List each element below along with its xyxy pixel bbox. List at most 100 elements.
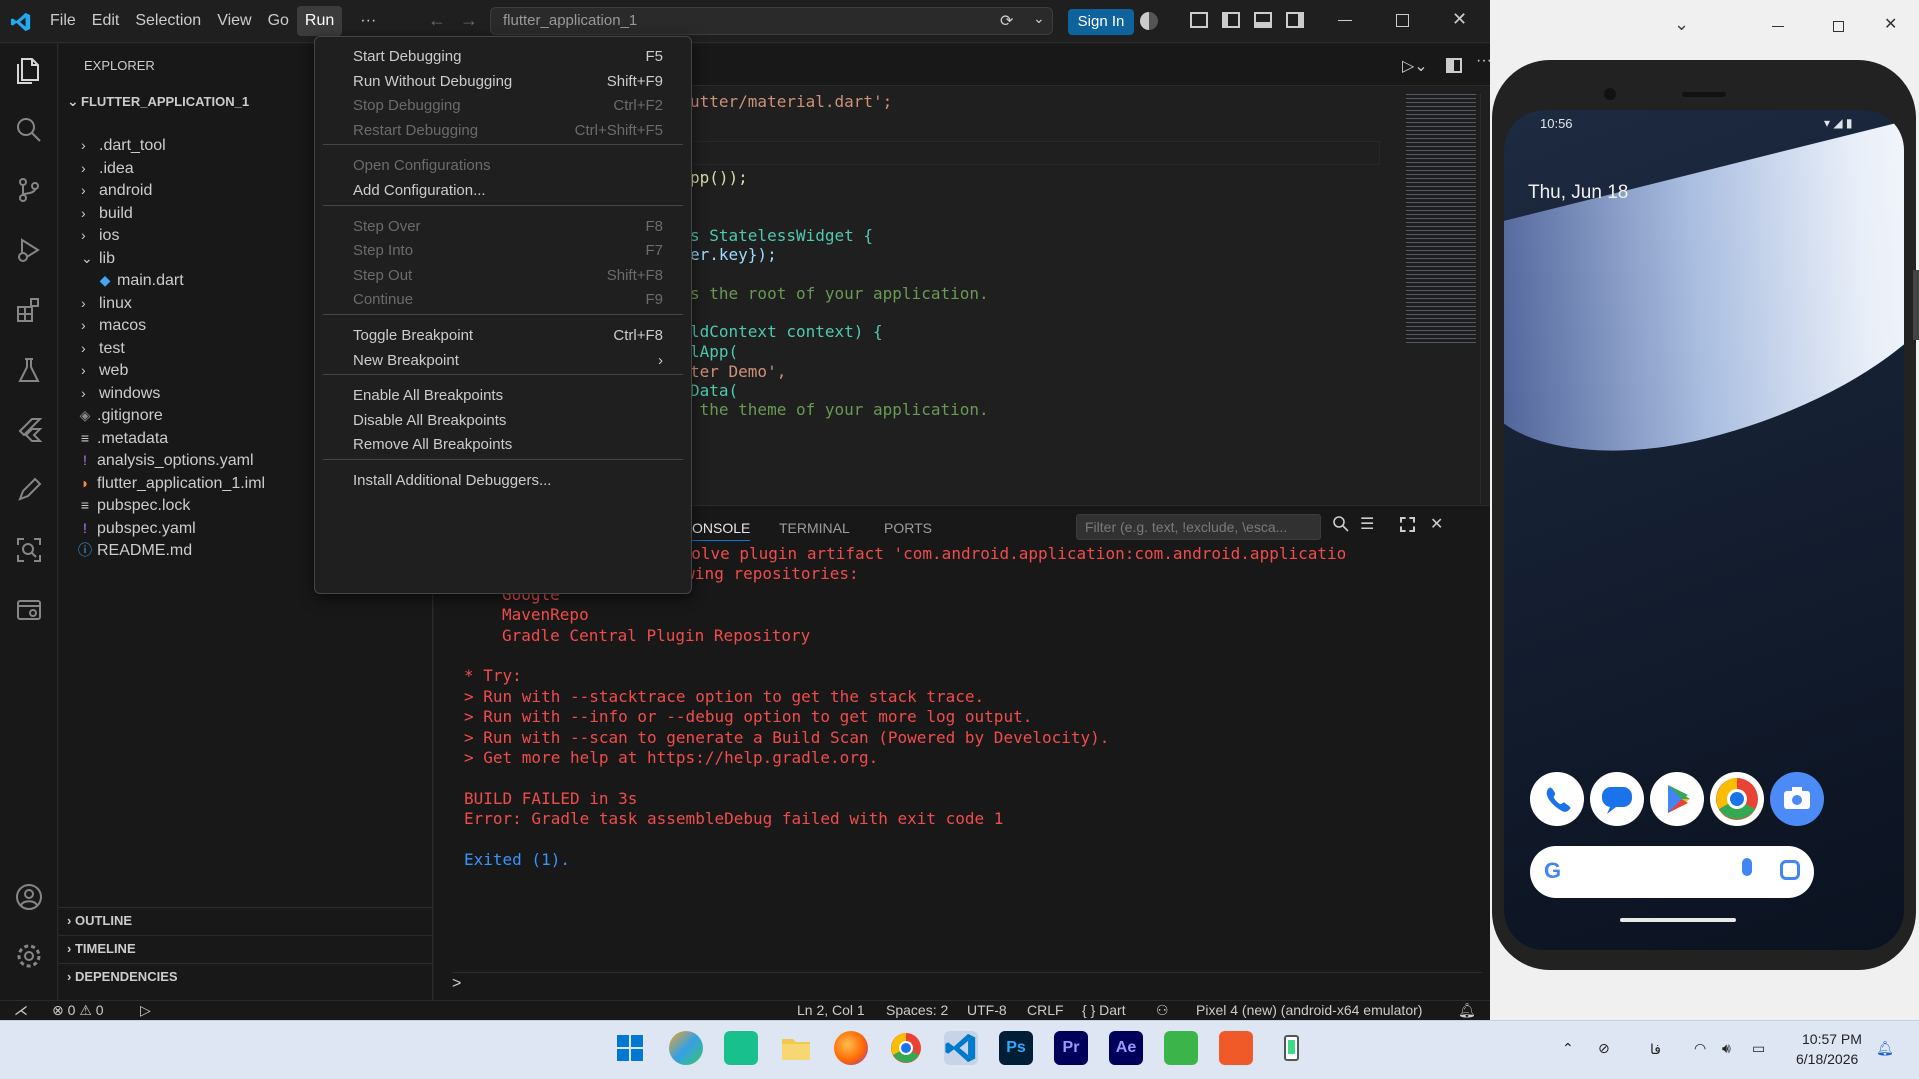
run-debug-action-icon[interactable]: ▷⌄ (1402, 56, 1428, 76)
wifi-icon[interactable]: ◠ (1694, 1040, 1706, 1057)
settings-gear-icon[interactable] (13, 942, 45, 974)
minimap[interactable] (1406, 94, 1476, 344)
remote-icon[interactable]: ⋌ (14, 1002, 28, 1019)
chrome-app-icon[interactable] (1710, 772, 1764, 826)
menu-selection[interactable]: Selection (127, 6, 209, 36)
flutter-icon[interactable] (13, 416, 45, 448)
run-menu-item[interactable]: Add Configuration... (319, 177, 687, 205)
testing-flask-icon[interactable] (13, 356, 45, 388)
menu-run[interactable]: Run (296, 6, 343, 36)
toggle-primary-sidebar-icon[interactable] (1222, 12, 1240, 28)
console-prompt[interactable]: > (452, 972, 1482, 993)
run-and-debug-icon[interactable] (13, 236, 45, 268)
source-control-icon[interactable] (13, 176, 45, 208)
section-timeline[interactable]: › TIMELINE (59, 935, 433, 961)
camera-app-icon[interactable] (1770, 772, 1824, 826)
device-selector[interactable]: Pixel 4 (new) (android-x64 emulator) (1196, 1002, 1422, 1018)
clock-time[interactable]: 10:57 PM (1802, 1031, 1862, 1047)
inspector-icon[interactable] (13, 536, 45, 568)
tray-chevron-icon[interactable]: ⌃ (1562, 1040, 1574, 1057)
volume-icon[interactable]: 🔊︎ (1722, 1040, 1731, 1057)
run-menu-item[interactable]: Remove All Breakpoints (319, 431, 687, 459)
search-icon[interactable] (13, 116, 45, 148)
phone-screen[interactable]: 10:56 ▾ ◢ ▮ Thu, Jun 18 G (1504, 110, 1904, 950)
explorer-icon[interactable] (13, 56, 45, 88)
filter-input[interactable]: Filter (e.g. text, !exclude, \esca... (1076, 514, 1321, 540)
emulator-minimize-icon[interactable] (1772, 26, 1784, 27)
search-icon[interactable] (1332, 515, 1350, 536)
battery-icon[interactable]: ▭ (1752, 1040, 1765, 1057)
tree-item[interactable]: ⓘ README.md (77, 537, 192, 563)
customize-layout-icon[interactable] (1190, 12, 1208, 28)
tray-sync-off-icon[interactable]: ⊘ (1598, 1040, 1610, 1057)
recorder-icon[interactable] (1219, 1031, 1253, 1065)
tray-language[interactable]: فا (1650, 1041, 1661, 1058)
maximize-icon[interactable] (1396, 14, 1409, 27)
back-arrow-icon[interactable]: ← (428, 10, 446, 31)
command-center[interactable]: flutter_application_1 (490, 7, 1053, 35)
photoshop-icon[interactable]: Ps (999, 1031, 1033, 1065)
chevron-down-icon[interactable]: ⌄ (1033, 10, 1045, 27)
premiere-icon[interactable]: Pr (1054, 1031, 1088, 1065)
emulator-close-icon[interactable]: ✕ (1884, 14, 1897, 34)
section-dependencies[interactable]: › DEPENDENCIES (59, 963, 433, 989)
file-explorer-icon[interactable] (779, 1031, 813, 1065)
clear-console-icon[interactable]: ☰ (1360, 514, 1374, 534)
messages-app-icon[interactable] (1590, 772, 1644, 826)
camtasia-icon[interactable] (1164, 1031, 1198, 1065)
sign-in-button[interactable]: Sign In (1068, 9, 1134, 35)
menu-file[interactable]: File (42, 6, 84, 36)
chevron-down-icon[interactable]: ⌄ (1674, 14, 1689, 35)
minimize-icon[interactable] (1338, 20, 1352, 21)
chrome-taskbar-icon[interactable] (889, 1031, 923, 1065)
toggle-secondary-sidebar-icon[interactable] (1286, 12, 1304, 28)
close-icon[interactable]: ✕ (1452, 9, 1467, 30)
copilot-status-icon[interactable]: ⚇ (1156, 1002, 1169, 1019)
forward-arrow-icon[interactable]: → (460, 10, 478, 31)
accounts-shield-icon[interactable] (1140, 12, 1158, 30)
phone-app-icon[interactable] (1530, 772, 1584, 826)
notifications-bell-icon[interactable]: 🔔︎ (1458, 1002, 1476, 1019)
notification-icon[interactable]: 🔔︎ (1876, 1040, 1894, 1057)
microphone-icon[interactable] (1742, 858, 1752, 876)
edit-pen-icon[interactable] (13, 476, 45, 508)
google-search-bar[interactable]: G (1530, 846, 1814, 898)
menu-more[interactable]: ··· (352, 6, 384, 36)
problems-indicator[interactable]: ⊗ 0 ⚠ 0 (52, 1002, 104, 1019)
menu-view[interactable]: View (209, 6, 259, 36)
explorer-root[interactable]: ⌄ FLUTTER_APPLICATION_1 (67, 88, 249, 114)
after-effects-icon[interactable]: Ae (1109, 1031, 1143, 1065)
extensions-icon[interactable] (13, 296, 45, 328)
menu-edit[interactable]: Edit (84, 6, 128, 36)
debug-launch-icon[interactable]: ▷ (140, 1002, 151, 1019)
tab-debug-console[interactable]: ONSOLE (692, 520, 751, 541)
scrollbar[interactable] (1480, 94, 1490, 504)
accounts-icon[interactable] (13, 882, 45, 914)
emulator-taskbar-icon[interactable] (1274, 1031, 1308, 1065)
tab-terminal[interactable]: TERMINAL (779, 520, 850, 536)
firefox-icon[interactable] (834, 1031, 868, 1065)
google-lens-icon[interactable] (1780, 860, 1800, 880)
remote-explorer-icon[interactable] (13, 596, 45, 628)
section-outline[interactable]: › OUTLINE (59, 907, 433, 933)
maximize-panel-icon[interactable] (1400, 517, 1415, 532)
run-menu-item[interactable]: New Breakpoint › (319, 347, 687, 375)
tab-ports[interactable]: PORTS (884, 520, 932, 536)
vscode-taskbar-icon[interactable] (944, 1031, 978, 1065)
language-mode[interactable]: { } Dart (1082, 1002, 1126, 1018)
split-editor-icon[interactable] (1446, 58, 1462, 73)
start-menu-icon[interactable] (613, 1031, 647, 1065)
menu-go[interactable]: Go (260, 6, 297, 36)
copilot-app-icon[interactable] (669, 1031, 703, 1065)
security-app-icon[interactable] (724, 1031, 758, 1065)
play-store-app-icon[interactable] (1650, 772, 1704, 826)
clock-date[interactable]: 6/18/2026 (1796, 1051, 1858, 1067)
emulator-restore-icon[interactable] (1833, 21, 1844, 32)
run-menu-item[interactable]: Install Additional Debuggers... (319, 467, 687, 495)
close-panel-icon[interactable]: ✕ (1430, 514, 1443, 534)
copilot-icon[interactable]: ⟳ (1000, 11, 1013, 31)
encoding[interactable]: UTF-8 (967, 1002, 1007, 1018)
line-ending[interactable]: CRLF (1027, 1002, 1064, 1018)
more-actions-icon[interactable]: ··· (1476, 52, 1490, 70)
indentation[interactable]: Spaces: 2 (886, 1002, 948, 1018)
